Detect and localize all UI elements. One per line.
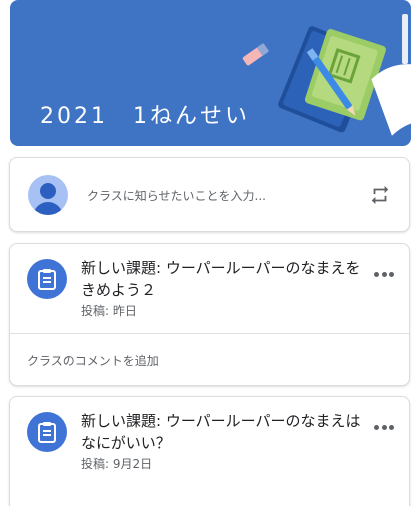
add-class-comment-button[interactable]: クラスのコメントを追加: [27, 352, 159, 369]
assignment-icon: [27, 412, 67, 452]
divider: [10, 333, 409, 334]
more-horiz-icon[interactable]: [374, 270, 394, 278]
assignment-post[interactable]: 新しい課題: ウーパールーパーのなまえはなにがいい？ 投稿: 9月2日: [9, 396, 410, 506]
user-avatar-icon[interactable]: [28, 175, 68, 215]
repost-icon[interactable]: [369, 184, 391, 206]
class-title: 2021 1ねんせい: [40, 104, 250, 129]
announce-card[interactable]: クラスに知らせたいことを入力...: [9, 157, 410, 232]
post-date: 投稿: 昨日: [81, 304, 137, 318]
assignment-post[interactable]: 新しい課題: ウーパールーパーのなまえをきめよう２ 投稿: 昨日 クラスのコメン…: [9, 243, 410, 386]
more-horiz-icon[interactable]: [374, 423, 394, 431]
post-title[interactable]: 新しい課題: ウーパールーパーのなまえはなにがいい？: [81, 410, 361, 454]
announce-input[interactable]: クラスに知らせたいことを入力...: [87, 187, 266, 204]
post-date: 投稿: 9月2日: [81, 457, 153, 471]
class-banner: 2021 1ねんせい: [10, 0, 411, 146]
post-title[interactable]: 新しい課題: ウーパールーパーのなまえをきめよう２: [81, 257, 361, 301]
assignment-icon: [27, 259, 67, 299]
